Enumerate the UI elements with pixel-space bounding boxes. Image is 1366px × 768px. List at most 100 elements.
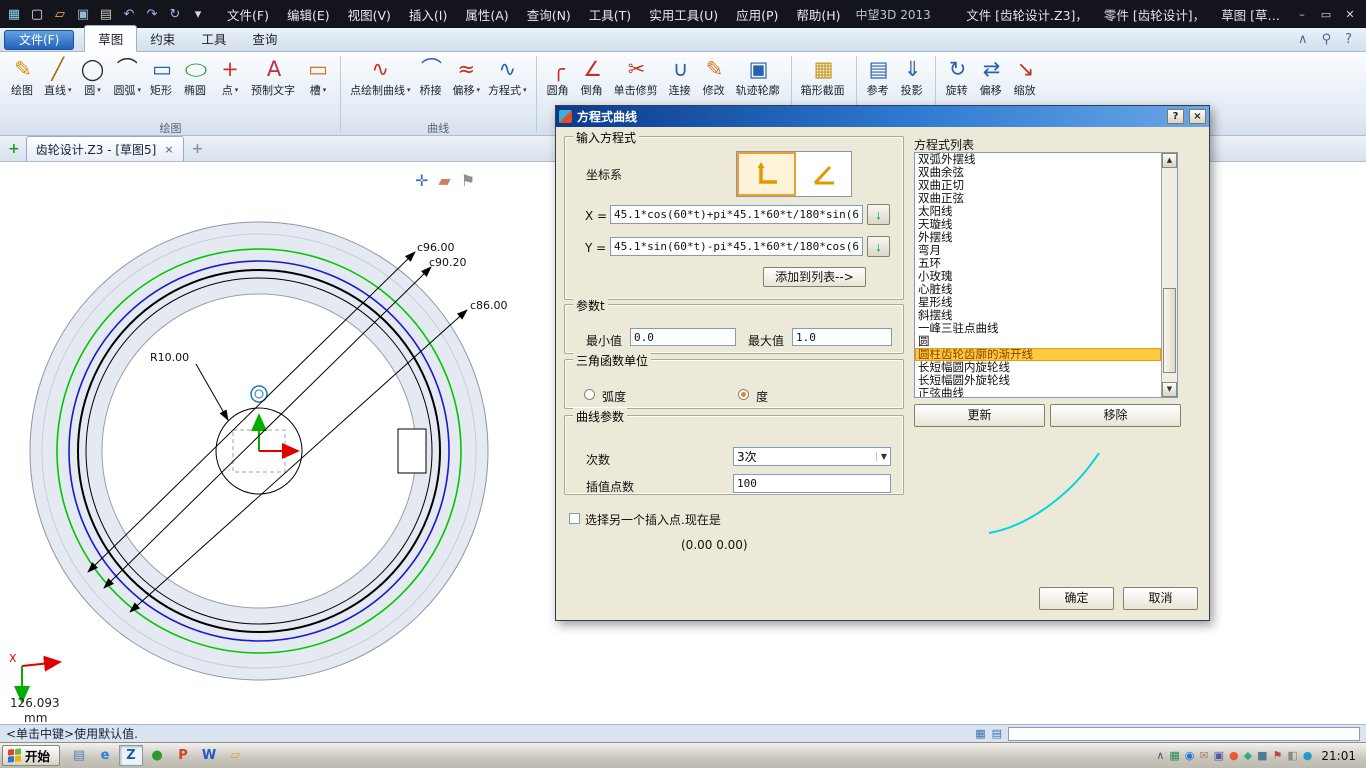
equation-list-item[interactable]: 心脏线 <box>915 283 1161 296</box>
equation-list-item[interactable]: 双曲正切 <box>915 179 1161 192</box>
radian-radio[interactable] <box>584 389 595 400</box>
tray-icon[interactable]: ● <box>1303 749 1313 762</box>
tab-inquire[interactable]: 查询 <box>239 26 290 51</box>
equation-button[interactable]: ∿ 方程式▾ <box>484 55 531 99</box>
polar-coord-button[interactable] <box>796 152 851 196</box>
scale-button[interactable]: ↘ 缩放 <box>1009 55 1043 99</box>
tray-icon[interactable]: ● <box>1229 749 1239 762</box>
equation-list-item[interactable]: 双弧外摆线 <box>915 153 1161 166</box>
tray-expand-icon[interactable]: ∧ <box>1156 749 1164 762</box>
scroll-down-icon[interactable]: ▼ <box>1162 382 1177 397</box>
dialog-titlebar[interactable]: 方程式曲线 ? × <box>556 106 1209 127</box>
box-section-button[interactable]: ▦ 箱形截面 <box>797 55 851 99</box>
line-button[interactable]: ╱ 直线▾ <box>40 55 76 99</box>
tray-icon[interactable]: ⚑ <box>1273 749 1283 762</box>
select-tool-icon[interactable]: ✛ <box>415 171 428 190</box>
taskbar-clock[interactable]: 21:01 <box>1315 749 1364 763</box>
eraser-tool-icon[interactable]: ▰ <box>438 171 450 190</box>
equation-list-item[interactable]: 外摆线 <box>915 231 1161 244</box>
degree-dropdown[interactable]: 3次 ▼ <box>733 447 891 466</box>
equation-list-item[interactable]: 圆柱齿轮齿廓的渐开线 <box>915 348 1161 361</box>
min-value-input[interactable] <box>630 328 736 346</box>
remove-button[interactable]: 移除 <box>1050 404 1181 427</box>
degree-radio[interactable] <box>738 389 749 400</box>
point-button[interactable]: + 点▾ <box>213 55 247 99</box>
close-tab-icon[interactable]: × <box>164 143 173 156</box>
bridge-button[interactable]: ⌒ 桥接 <box>415 55 449 99</box>
menu-tools[interactable]: 工具(T) <box>580 2 640 27</box>
tab-constraint[interactable]: 约束 <box>137 26 188 51</box>
equation-list-scrollbar[interactable]: ▲ ▼ <box>1161 153 1177 397</box>
ellipse-button[interactable]: ◯ 椭圆 <box>179 55 213 99</box>
green-app-icon[interactable]: ● <box>145 745 169 766</box>
rotate-button[interactable]: ↻ 旋转 <box>941 55 975 99</box>
restore-button[interactable]: ▭ <box>1316 6 1336 22</box>
ok-button[interactable]: 确定 <box>1039 587 1114 610</box>
trim-button[interactable]: ✂ 单击修剪 <box>610 55 664 99</box>
equation-list-item[interactable]: 星形线 <box>915 296 1161 309</box>
menu-help[interactable]: 帮助(H) <box>787 2 849 27</box>
word-app-icon[interactable]: W <box>197 745 221 766</box>
arc-button[interactable]: ⌒ 圆弧▾ <box>110 55 146 99</box>
tray-icon[interactable]: ✉ <box>1199 749 1208 762</box>
file-menu-button[interactable]: 文件(F) <box>4 30 74 50</box>
degree-radio-label[interactable]: 度 <box>756 388 768 405</box>
menu-view[interactable]: 视图(V) <box>339 2 400 27</box>
chamfer-button[interactable]: ∠ 倒角 <box>576 55 610 99</box>
connect-button[interactable]: ∪ 连接 <box>664 55 698 99</box>
document-tab[interactable]: 齿轮设计.Z3 - [草图5] × <box>26 136 184 161</box>
new-file-icon[interactable]: ▢ <box>29 7 45 22</box>
save-icon[interactable]: ▣ <box>75 7 91 22</box>
add-tab-icon[interactable]: + <box>192 141 204 157</box>
flag-tool-icon[interactable]: ⚑ <box>461 171 475 190</box>
equation-list-item[interactable]: 长短幅圆内旋轮线 <box>915 361 1161 374</box>
menu-edit[interactable]: 编辑(E) <box>278 2 339 27</box>
max-value-input[interactable] <box>792 328 892 346</box>
ready-text-button[interactable]: A 预制文字 <box>247 55 301 99</box>
tray-icon[interactable]: ■ <box>1257 749 1267 762</box>
equation-list-item[interactable]: 一峰三驻点曲线 <box>915 322 1161 335</box>
insert-point-checkbox-label[interactable]: 选择另一个插入点.现在是 <box>585 511 721 528</box>
update-button[interactable]: 更新 <box>914 404 1045 427</box>
y-equation-expand-button[interactable]: ↓ <box>867 236 890 257</box>
draw-button[interactable]: ✎ 绘图 <box>6 55 40 99</box>
insert-point-checkbox[interactable] <box>569 513 580 524</box>
browser-icon[interactable]: e <box>93 745 117 766</box>
collapse-ribbon-icon[interactable]: ∧ <box>1298 32 1308 47</box>
equation-list-item[interactable]: 正弦曲线 <box>915 387 1161 398</box>
equation-list-item[interactable]: 长短幅圆外旋轮线 <box>915 374 1161 387</box>
open-file-icon[interactable]: ▱ <box>52 7 68 22</box>
projection-button[interactable]: ⇓ 投影 <box>896 55 930 99</box>
equation-list-item[interactable]: 圆 <box>915 335 1161 348</box>
app-menu-icon[interactable]: ▦ <box>6 7 22 22</box>
cancel-button[interactable]: 取消 <box>1123 587 1198 610</box>
x-equation-expand-button[interactable]: ↓ <box>867 204 890 225</box>
refresh-icon[interactable]: ↻ <box>167 7 183 22</box>
menu-inquire[interactable]: 查询(N) <box>518 2 580 27</box>
equation-list-item[interactable]: 斜摆线 <box>915 309 1161 322</box>
add-document-icon[interactable]: + <box>8 141 20 157</box>
slot-button[interactable]: ▭ 槽▾ <box>301 55 335 99</box>
equation-list-item[interactable]: 天璇线 <box>915 218 1161 231</box>
x-equation-input[interactable] <box>610 205 863 224</box>
menu-file[interactable]: 文件(F) <box>218 2 278 27</box>
cartesian-coord-button[interactable] <box>737 152 796 196</box>
search-icon[interactable]: ⚲ <box>1322 32 1332 47</box>
equation-list-item[interactable]: 双曲余弦 <box>915 166 1161 179</box>
redo-icon[interactable]: ↷ <box>144 7 160 22</box>
minimize-button[interactable]: – <box>1292 6 1312 22</box>
command-input[interactable] <box>1008 727 1360 741</box>
scroll-up-icon[interactable]: ▲ <box>1162 153 1177 168</box>
equation-list-item[interactable]: 弯月 <box>915 244 1161 257</box>
trace-profile-button[interactable]: ▣ 轨迹轮廓 <box>732 55 786 99</box>
folder-icon[interactable]: ▱ <box>223 745 247 766</box>
dialog-help-button[interactable]: ? <box>1167 109 1184 124</box>
fillet-button[interactable]: ╭ 圆角 <box>542 55 576 99</box>
menu-utilities[interactable]: 实用工具(U) <box>640 2 727 27</box>
close-button[interactable]: ✕ <box>1340 6 1360 22</box>
add-to-list-button[interactable]: 添加到列表--> <box>763 267 866 287</box>
radian-radio-label[interactable]: 弧度 <box>602 388 626 405</box>
equation-list[interactable]: 双弧外摆线双曲余弦双曲正切双曲正弦太阳线天璇线外摆线弯月五环小玫瑰心脏线星形线斜… <box>914 152 1178 398</box>
menu-insert[interactable]: 插入(I) <box>400 2 456 27</box>
show-desktop-icon[interactable]: ▤ <box>67 745 91 766</box>
